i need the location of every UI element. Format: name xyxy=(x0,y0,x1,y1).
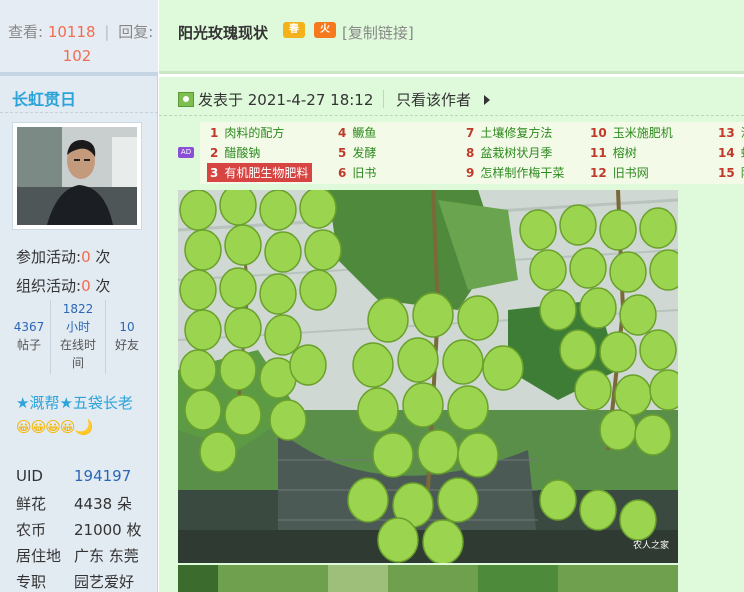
header-separator xyxy=(383,90,384,108)
grape-photo[interactable]: 农人之家 xyxy=(178,190,678,563)
org-count: 0 xyxy=(81,277,91,295)
avatar-photo xyxy=(17,127,137,225)
keyword-link[interactable]: 8 盆栽树状月季 xyxy=(466,144,552,161)
keyword-link[interactable]: 10 玉米施肥机 xyxy=(590,124,673,141)
keyword-link[interactable]: 5 发酵 xyxy=(338,144,376,161)
posts-stat[interactable]: 4367 帖子 xyxy=(8,300,50,374)
join-label: 参加活动: xyxy=(16,248,82,266)
thread-title: 阳光玫瑰现状 xyxy=(178,24,269,42)
thread-stats: 查看: 10118 | 回复: 102 xyxy=(0,0,158,74)
keyword-link[interactable]: 2 醋酸钠 xyxy=(210,144,260,161)
flowers-row: 鲜花 4438 朵 xyxy=(16,493,132,514)
user-stats: 4367 帖子 1822 小时 在线时间 10 好友 xyxy=(8,300,148,374)
keyword-link[interactable]: 13沙 xyxy=(718,124,744,141)
activities-joined: 参加活动:0 次 xyxy=(16,246,110,267)
coins-label: 农币 xyxy=(16,521,47,539)
flowers-value: 4438 朵 xyxy=(74,495,132,513)
keyword-link[interactable]: 6 旧书 xyxy=(338,164,376,181)
replies-count: 102 xyxy=(62,47,92,65)
keyword-link[interactable]: 9 怎样制作梅干菜 xyxy=(466,164,564,181)
org-unit: 次 xyxy=(95,277,111,295)
keyword-link[interactable]: 4 鳜鱼 xyxy=(338,124,376,141)
copy-link-button[interactable]: [复制链接] xyxy=(342,22,414,43)
stats-separator: | xyxy=(104,23,110,41)
username-underline xyxy=(0,112,158,113)
sidebar-divider xyxy=(0,72,158,76)
location-value: 广东 东莞 xyxy=(74,547,139,565)
org-label: 组织活动: xyxy=(16,277,82,295)
rank-emoticons: 😀😀😀😀🌙 xyxy=(16,418,93,436)
views-count: 10118 xyxy=(47,23,96,41)
photo-watermark: 农人之家 xyxy=(633,539,669,551)
ad-icon: AD xyxy=(178,147,194,158)
user-rank[interactable]: ★溉帮★五袋长老 xyxy=(16,392,133,413)
friends-label: 好友 xyxy=(114,338,139,352)
flowers-label: 鲜花 xyxy=(16,495,47,513)
location-label: 居住地 xyxy=(16,547,62,565)
job-value: 园艺爱好 xyxy=(74,573,135,591)
post-date: 发表于 2021-4-27 18:12 xyxy=(198,91,374,109)
views-label: 查看: xyxy=(8,23,44,41)
online-label: 在线时间 xyxy=(59,338,96,370)
join-count: 0 xyxy=(81,248,91,266)
coins-row: 农币 21000 枚 xyxy=(16,519,142,540)
spring-badge-icon: 春 xyxy=(283,22,305,38)
keyword-link[interactable]: 12 旧书网 xyxy=(590,164,649,181)
uid-value[interactable]: 194197 xyxy=(74,467,131,485)
keyword-link[interactable]: 14蚯 xyxy=(718,144,744,161)
activities-organized: 组织活动:0 次 xyxy=(16,275,110,296)
hot-badge-icon: 火 xyxy=(314,22,336,38)
keyword-link-highlighted[interactable]: 3 有机肥生物肥料 xyxy=(207,163,313,182)
second-grape-photo[interactable] xyxy=(178,565,678,592)
uid-label: UID xyxy=(16,467,43,485)
keyword-link[interactable]: 1 肉料的配方 xyxy=(210,124,284,141)
online-author-icon xyxy=(178,92,194,107)
avatar[interactable] xyxy=(12,122,142,230)
keyword-link[interactable]: 7 土壤修复方法 xyxy=(466,124,552,141)
replies-label: 回复: xyxy=(118,23,154,41)
join-unit: 次 xyxy=(95,248,111,266)
online-stat: 1822 小时 在线时间 xyxy=(50,300,106,374)
job-row: 专职 园艺爱好 xyxy=(16,571,134,592)
coins-value: 21000 枚 xyxy=(74,521,142,539)
posts-label: 帖子 xyxy=(16,338,41,352)
only-author-link[interactable]: 只看该作者 xyxy=(396,89,471,110)
post-header-divider xyxy=(159,115,744,116)
location-row: 居住地 广东 东莞 xyxy=(16,545,139,566)
keyword-link[interactable]: 11 榕树 xyxy=(590,144,637,161)
triangle-right-icon[interactable] xyxy=(484,95,490,105)
keyword-link[interactable]: 15阳 xyxy=(718,164,744,181)
posts-value[interactable]: 4367 xyxy=(8,318,50,336)
online-value: 1822 小时 xyxy=(62,302,94,334)
friends-stat[interactable]: 10 好友 xyxy=(106,300,148,374)
friends-value[interactable]: 10 xyxy=(106,318,148,336)
job-label: 专职 xyxy=(16,573,47,591)
uid-row: UID 194197 xyxy=(16,467,131,485)
username-link[interactable]: 长虹贯日 xyxy=(12,86,76,110)
